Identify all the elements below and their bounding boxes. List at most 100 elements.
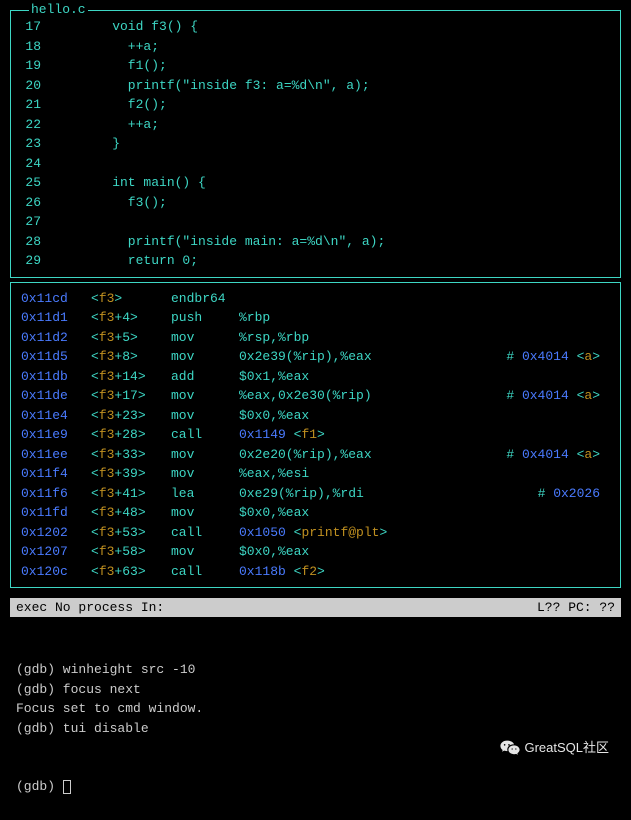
- source-line: 27: [11, 212, 620, 232]
- source-line: 26 f3();: [11, 193, 620, 213]
- asm-mnemonic: call: [171, 523, 239, 543]
- asm-func-offset: <f3+63>: [91, 562, 171, 582]
- line-number: 22: [21, 115, 81, 135]
- asm-mnemonic: push: [171, 308, 239, 328]
- watermark-text: GreatSQL社区: [524, 737, 609, 756]
- asm-address: 0x1207: [21, 542, 91, 562]
- asm-comment: # 0x2026: [538, 484, 610, 504]
- asm-line: 0x11d1<f3+4>push%rbp: [21, 308, 610, 328]
- asm-mnemonic: mov: [171, 406, 239, 426]
- asm-mnemonic: mov: [171, 328, 239, 348]
- asm-func-offset: <f3+5>: [91, 328, 171, 348]
- line-number: 28: [21, 232, 81, 252]
- asm-func-offset: <f3+23>: [91, 406, 171, 426]
- line-number: 26: [21, 193, 81, 213]
- asm-line: 0x11de<f3+17>mov%eax,0x2e30(%rip) # 0x401…: [21, 386, 610, 406]
- asm-comment: # 0x4014 <a>: [506, 386, 610, 406]
- status-left: exec No process In:: [16, 600, 164, 615]
- asm-mnemonic: lea: [171, 484, 239, 504]
- asm-line: 0x11cd<f3>endbr64: [21, 289, 610, 309]
- asm-operand: 0x1149 <f1>: [239, 425, 325, 445]
- asm-address: 0x11cd: [21, 289, 91, 309]
- asm-operand: 0x2e20(%rip),%eax: [239, 445, 372, 465]
- asm-line: 0x11ee<f3+33>mov0x2e20(%rip),%eax # 0x401…: [21, 445, 610, 465]
- asm-address: 0x11db: [21, 367, 91, 387]
- gdb-command-area[interactable]: (gdb) winheight src -10(gdb) focus nextF…: [10, 617, 621, 820]
- status-bar: exec No process In: L?? PC: ??: [10, 598, 621, 617]
- asm-line: 0x11fd<f3+48>mov$0x0,%eax: [21, 503, 610, 523]
- source-line: 23 }: [11, 134, 620, 154]
- asm-func-offset: <f3+33>: [91, 445, 171, 465]
- source-code: printf("inside main: a=%d\n", a);: [81, 232, 385, 252]
- asm-operand: $0x1,%eax: [239, 367, 309, 387]
- asm-operand: %rbp: [239, 308, 270, 328]
- asm-line: 0x11e9<f3+28>call0x1149 <f1>: [21, 425, 610, 445]
- asm-line: 0x11d5<f3+8>mov0x2e39(%rip),%eax# 0x4014…: [21, 347, 610, 367]
- asm-operand: %eax,%esi: [239, 464, 309, 484]
- asm-line: 0x11db<f3+14>add$0x1,%eax: [21, 367, 610, 387]
- asm-comment: # 0x4014 <a>: [506, 445, 610, 465]
- asm-line: 0x11e4<f3+23>mov$0x0,%eax: [21, 406, 610, 426]
- asm-address: 0x11ee: [21, 445, 91, 465]
- source-code: return 0;: [81, 251, 198, 271]
- asm-func-offset: <f3+17>: [91, 386, 171, 406]
- asm-mnemonic: mov: [171, 347, 239, 367]
- source-line: 22 ++a;: [11, 115, 620, 135]
- asm-mnemonic: mov: [171, 464, 239, 484]
- asm-func-offset: <f3+48>: [91, 503, 171, 523]
- line-number: 21: [21, 95, 81, 115]
- line-number: 27: [21, 212, 81, 232]
- source-line: 17 void f3() {: [11, 17, 620, 37]
- asm-address: 0x11e9: [21, 425, 91, 445]
- asm-address: 0x11d1: [21, 308, 91, 328]
- source-code: f2();: [81, 95, 167, 115]
- line-number: 19: [21, 56, 81, 76]
- cmd-line: (gdb) tui disable: [16, 719, 615, 739]
- line-number: 24: [21, 154, 81, 174]
- line-number: 25: [21, 173, 81, 193]
- source-line: 29 return 0;: [11, 251, 620, 271]
- asm-address: 0x11e4: [21, 406, 91, 426]
- watermark: GreatSQL社区: [500, 737, 609, 756]
- asm-mnemonic: mov: [171, 503, 239, 523]
- line-number: 18: [21, 37, 81, 57]
- cursor-icon: [63, 780, 71, 794]
- wechat-icon: [500, 739, 520, 755]
- asm-mnemonic: mov: [171, 445, 239, 465]
- cmd-line: (gdb) winheight src -10: [16, 660, 615, 680]
- asm-func-offset: <f3>: [91, 289, 171, 309]
- asm-address: 0x11f4: [21, 464, 91, 484]
- asm-address: 0x11fd: [21, 503, 91, 523]
- source-line: 25 int main() {: [11, 173, 620, 193]
- asm-address: 0x11d2: [21, 328, 91, 348]
- source-code: printf("inside f3: a=%d\n", a);: [81, 76, 370, 96]
- source-panel: hello.c 17 void f3() {18 ++a;19 f1();20 …: [10, 10, 621, 278]
- asm-func-offset: <f3+28>: [91, 425, 171, 445]
- asm-comment: # 0x4014 <a>: [506, 347, 610, 367]
- asm-func-offset: <f3+8>: [91, 347, 171, 367]
- gdb-prompt-line[interactable]: (gdb): [16, 777, 615, 797]
- asm-operand: 0x118b <f2>: [239, 562, 325, 582]
- asm-func-offset: <f3+41>: [91, 484, 171, 504]
- asm-func-offset: <f3+4>: [91, 308, 171, 328]
- asm-mnemonic: call: [171, 425, 239, 445]
- asm-mnemonic: mov: [171, 386, 239, 406]
- asm-mnemonic: endbr64: [171, 289, 239, 309]
- asm-mnemonic: mov: [171, 542, 239, 562]
- source-code: }: [81, 134, 120, 154]
- cmd-line: Focus set to cmd window.: [16, 699, 615, 719]
- asm-operand: 0x1050 <printf@plt>: [239, 523, 387, 543]
- asm-operand: $0x0,%eax: [239, 503, 309, 523]
- source-code: f1();: [81, 56, 167, 76]
- asm-line: 0x1202<f3+53>call0x1050 <printf@plt>: [21, 523, 610, 543]
- source-panel-title: hello.c: [29, 2, 88, 17]
- source-code: ++a;: [81, 115, 159, 135]
- status-right: L?? PC: ??: [537, 600, 615, 615]
- asm-line: 0x1207<f3+58>mov$0x0,%eax: [21, 542, 610, 562]
- asm-address: 0x11de: [21, 386, 91, 406]
- asm-operand: %eax,0x2e30(%rip): [239, 386, 372, 406]
- source-code: int main() {: [81, 173, 206, 193]
- asm-line: 0x11f6<f3+41>lea0xe29(%rip),%rdi# 0x2026: [21, 484, 610, 504]
- source-line: 18 ++a;: [11, 37, 620, 57]
- source-line: 24: [11, 154, 620, 174]
